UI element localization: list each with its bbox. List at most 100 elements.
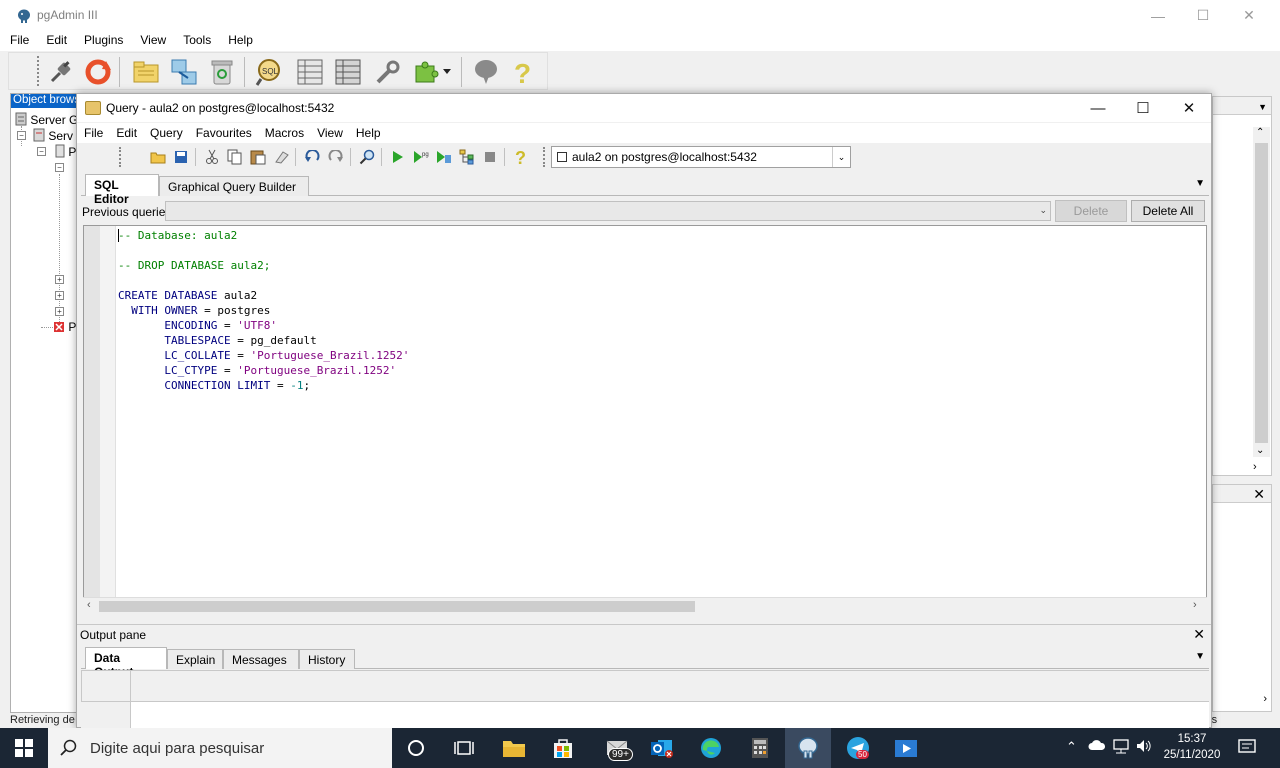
- view-filtered-data-icon[interactable]: [333, 57, 363, 87]
- explain-query-icon[interactable]: [458, 148, 476, 166]
- edge-browser-icon[interactable]: [695, 732, 727, 764]
- close-button[interactable]: ✕: [1166, 94, 1212, 122]
- clear-eraser-icon[interactable]: [272, 148, 290, 166]
- scrollbar-thumb[interactable]: [99, 601, 695, 612]
- find-magnifier-icon[interactable]: [358, 148, 376, 166]
- task-view-icon[interactable]: [448, 732, 480, 764]
- outlook-icon[interactable]: [646, 732, 678, 764]
- code-line[interactable]: ENCODING = 'UTF8': [118, 318, 409, 333]
- grid-corner-cell[interactable]: [81, 670, 131, 702]
- vertical-scrollbar[interactable]: ⌃ ⌄: [1253, 127, 1270, 457]
- taskbar-search-box[interactable]: Digite aqui para pesquisar: [48, 728, 392, 768]
- undo-icon[interactable]: [303, 148, 321, 166]
- code-line[interactable]: LC_COLLATE = 'Portuguese_Brazil.1252': [118, 348, 409, 363]
- menu-query[interactable]: Query: [143, 123, 189, 143]
- tree-item-server[interactable]: P: [55, 144, 76, 159]
- view-data-table-icon[interactable]: [295, 57, 325, 87]
- code-line[interactable]: CONNECTION LIMIT = -1;: [118, 378, 409, 393]
- properties-folder-icon[interactable]: [131, 57, 161, 87]
- close-icon[interactable]: ✕: [1253, 486, 1265, 503]
- code-line[interactable]: WITH OWNER = postgres: [118, 303, 409, 318]
- execute-to-file-icon[interactable]: [435, 148, 453, 166]
- open-folder-icon[interactable]: [149, 148, 167, 166]
- cortana-circle-icon[interactable]: [400, 732, 432, 764]
- tab-sql-editor[interactable]: SQL Editor: [85, 174, 159, 206]
- cut-icon[interactable]: [203, 148, 221, 166]
- scroll-down-arrow-icon[interactable]: ⌄: [1256, 445, 1264, 456]
- horizontal-scrollbar[interactable]: ‹ ›: [83, 597, 1207, 613]
- menu-file[interactable]: File: [0, 31, 36, 51]
- tree-item-disconnected[interactable]: P: [53, 320, 76, 334]
- help-question-icon[interactable]: ?: [512, 148, 530, 166]
- refresh-icon[interactable]: [83, 57, 113, 87]
- microsoft-store-icon[interactable]: [547, 732, 579, 764]
- show-hidden-icons-chevron-icon[interactable]: ⌃: [1066, 739, 1077, 755]
- tree-expand-box[interactable]: +: [55, 291, 64, 300]
- copy-icon[interactable]: [226, 148, 244, 166]
- notifications-icon[interactable]: [1238, 739, 1256, 758]
- menu-macros[interactable]: Macros: [258, 123, 310, 143]
- minimize-button[interactable]: —: [1135, 0, 1181, 31]
- tab-explain[interactable]: Explain: [167, 649, 223, 669]
- scrollbar-thumb[interactable]: [1255, 143, 1268, 443]
- taskbar-clock[interactable]: 15:37 25/11/2020: [1150, 731, 1234, 763]
- scroll-right-arrow-icon[interactable]: ›: [1263, 693, 1267, 705]
- hint-balloon-icon[interactable]: [471, 57, 501, 87]
- execute-pgscript-icon[interactable]: pg: [412, 148, 430, 166]
- tab-data-output[interactable]: Data Output: [85, 647, 167, 679]
- chevron-down-icon[interactable]: ▼: [1195, 178, 1205, 189]
- chevron-down-icon[interactable]: ▼: [1258, 102, 1267, 112]
- tree-collapse-box[interactable]: −: [55, 163, 64, 172]
- close-icon[interactable]: ✕: [1193, 626, 1205, 643]
- paste-icon[interactable]: [249, 148, 267, 166]
- cancel-stop-icon[interactable]: [481, 148, 499, 166]
- chevron-down-icon[interactable]: ⌄: [832, 147, 850, 167]
- onedrive-cloud-icon[interactable]: [1088, 739, 1106, 754]
- calculator-icon[interactable]: [744, 732, 776, 764]
- menu-plugins[interactable]: Plugins: [74, 31, 130, 51]
- delete-all-button[interactable]: Delete All: [1131, 200, 1205, 222]
- mail-icon[interactable]: 99+: [598, 732, 638, 764]
- execute-play-icon[interactable]: [389, 148, 407, 166]
- chevron-down-icon[interactable]: ⌄: [1039, 205, 1047, 216]
- scroll-right-arrow-icon[interactable]: ›: [1193, 599, 1197, 611]
- redo-icon[interactable]: [327, 148, 345, 166]
- maintenance-wrench-icon[interactable]: [373, 57, 403, 87]
- drop-recycle-icon[interactable]: [207, 57, 237, 87]
- pgadmin-elephant-icon[interactable]: [792, 732, 824, 764]
- menu-view[interactable]: View: [130, 31, 173, 51]
- scroll-up-arrow-icon[interactable]: ⌃: [1256, 127, 1264, 138]
- telegram-icon[interactable]: 50: [842, 732, 874, 764]
- menu-file[interactable]: File: [77, 123, 109, 143]
- menu-favourites[interactable]: Favourites: [189, 123, 258, 143]
- media-player-icon[interactable]: [890, 732, 922, 764]
- sql-query-tool-icon[interactable]: SQL: [255, 57, 285, 87]
- previous-queries-select[interactable]: ⌄: [165, 201, 1051, 221]
- tree-collapse-box[interactable]: −: [37, 147, 46, 156]
- connection-select[interactable]: aula2 on postgres@localhost:5432 ⌄: [551, 146, 851, 168]
- tab-history[interactable]: History: [299, 649, 355, 669]
- tree-expand-box[interactable]: +: [55, 275, 64, 284]
- code-line[interactable]: LC_CTYPE = 'Portuguese_Brazil.1252': [118, 363, 409, 378]
- plugins-puzzle-icon[interactable]: [411, 57, 441, 87]
- tab-messages[interactable]: Messages: [223, 649, 299, 669]
- scroll-left-arrow-icon[interactable]: ‹: [87, 599, 91, 611]
- code-line[interactable]: -- DROP DATABASE aula2;: [118, 258, 409, 273]
- tree-expand-box[interactable]: +: [55, 307, 64, 316]
- code-line[interactable]: -- Database: aula2: [118, 228, 409, 243]
- code-line[interactable]: [118, 273, 409, 288]
- tree-item-servers[interactable]: Serv: [33, 128, 73, 143]
- code-line[interactable]: TABLESPACE = pg_default: [118, 333, 409, 348]
- save-icon[interactable]: [172, 148, 190, 166]
- maximize-button[interactable]: ☐: [1180, 0, 1226, 31]
- menu-help[interactable]: Help: [218, 31, 260, 51]
- tab-graphical-query-builder[interactable]: Graphical Query Builder: [159, 176, 309, 196]
- menu-help[interactable]: Help: [349, 123, 387, 143]
- code-line[interactable]: [118, 243, 409, 258]
- data-output-grid[interactable]: [81, 670, 1209, 728]
- network-icon[interactable]: [1112, 739, 1130, 758]
- chevron-down-icon[interactable]: [441, 57, 453, 87]
- start-button[interactable]: [0, 728, 48, 768]
- file-explorer-icon[interactable]: [498, 732, 530, 764]
- menu-edit[interactable]: Edit: [109, 123, 143, 143]
